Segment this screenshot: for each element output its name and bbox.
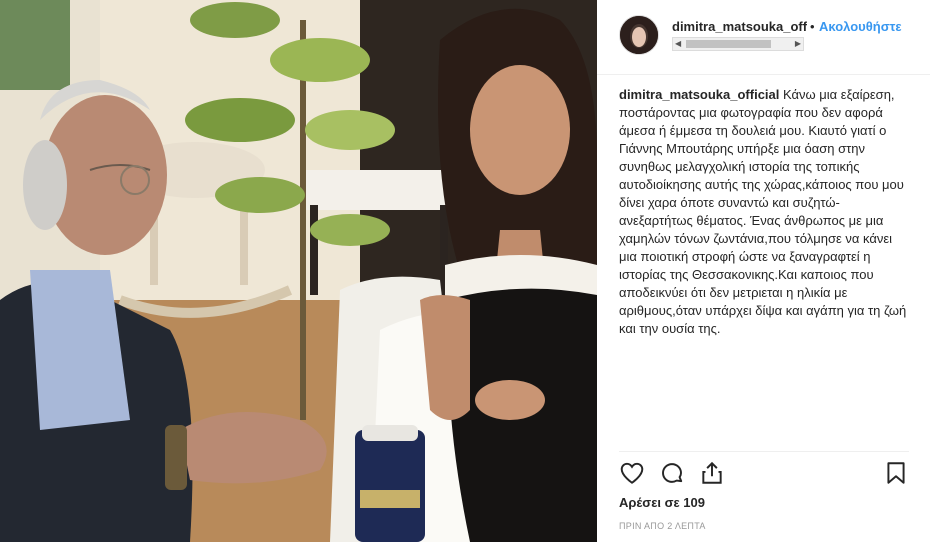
post-photo[interactable] [0, 0, 597, 542]
separator-dot: • [810, 19, 815, 34]
follow-button[interactable]: Ακολουθήστε [819, 19, 930, 34]
post-actions [619, 460, 909, 488]
scrollbar-thumb[interactable] [686, 40, 771, 48]
comment-icon[interactable] [659, 460, 687, 488]
header-username[interactable]: dimitra_matsouka_official [672, 19, 807, 34]
avatar[interactable] [619, 15, 659, 55]
bookmark-icon[interactable] [883, 460, 911, 488]
likes-count[interactable]: Αρέσει σε 109 [619, 495, 705, 510]
scroll-left-icon[interactable]: ◀ [675, 39, 681, 48]
post-caption: dimitra_matsouka_official Κάνω μια εξαίρ… [619, 86, 909, 338]
photo-illustration [0, 0, 597, 542]
actions-divider [619, 451, 909, 452]
horizontal-scrollbar[interactable]: ◀ ▶ [672, 37, 804, 51]
caption-text: Κάνω μια εξαίρεση, ποστάροντας μια φωτογ… [619, 87, 907, 336]
scroll-right-icon[interactable]: ▶ [795, 39, 801, 48]
post-header: dimitra_matsouka_official • Ακολουθήστε … [597, 0, 930, 75]
heart-icon[interactable] [619, 460, 647, 488]
post-timestamp[interactable]: ΠΡΙΝ ΑΠΟ 2 ΛΕΠΤΑ [619, 521, 706, 531]
share-icon[interactable] [699, 460, 727, 488]
avatar-image [620, 16, 658, 54]
post-panel: dimitra_matsouka_official • Ακολουθήστε … [597, 0, 930, 542]
caption-username[interactable]: dimitra_matsouka_official [619, 87, 779, 102]
